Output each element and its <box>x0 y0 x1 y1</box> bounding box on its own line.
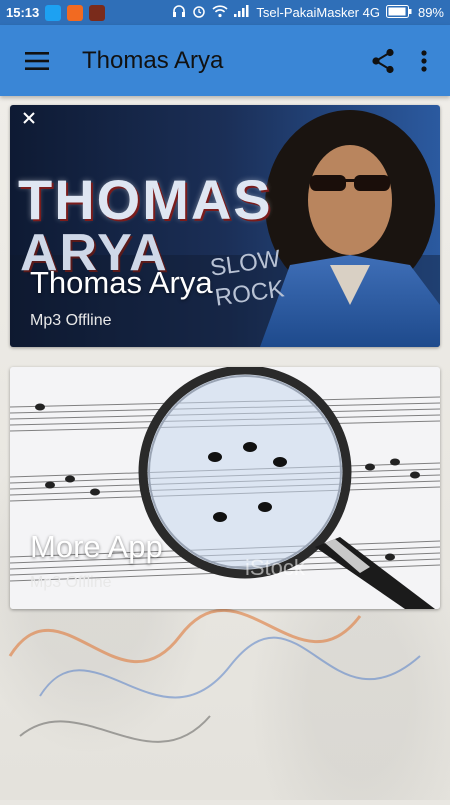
twitter-notification-icon <box>45 4 62 21</box>
close-button[interactable] <box>18 107 40 129</box>
card-subtitle: Mp3 Offline <box>30 312 112 329</box>
battery-percent: 89% <box>417 5 444 20</box>
share-icon <box>372 48 394 73</box>
status-time: 15:13 <box>6 5 40 20</box>
signal-icon <box>234 5 250 20</box>
card-subtitle: Mp3 Offline <box>30 574 112 591</box>
app-title: Thomas Arya <box>82 46 224 74</box>
menu-icon <box>25 51 49 70</box>
magnifier-sheet-music-image <box>10 367 440 609</box>
more-vert-icon <box>421 49 427 72</box>
wifi-icon <box>212 4 228 21</box>
overflow-menu-button[interactable] <box>414 44 434 78</box>
battery-icon <box>385 4 412 21</box>
card-thomas-arya[interactable]: THOMAS ARYA SLOW ROCK Thomas Arya Mp3 Of… <box>10 105 440 347</box>
alarm-icon <box>192 4 206 21</box>
card-title: Thomas Arya <box>30 265 213 300</box>
watermark-text: iStock <box>245 555 305 580</box>
headphone-app-notification-icon <box>67 4 84 21</box>
share-button[interactable] <box>366 44 400 78</box>
close-icon <box>23 112 35 124</box>
card-more-app[interactable]: iStock More App Mp3 Offline <box>10 367 440 609</box>
game-notification-icon <box>89 4 106 21</box>
status-bar: 15:13 Tsel-PakaiMasker 4G 89% <box>0 0 450 25</box>
app-bar: Thomas Arya <box>0 25 450 96</box>
card-title: More App <box>30 529 163 564</box>
menu-button[interactable] <box>22 46 52 76</box>
headset-icon <box>172 4 186 21</box>
carrier-label: Tsel-PakaiMasker 4G <box>256 5 380 20</box>
